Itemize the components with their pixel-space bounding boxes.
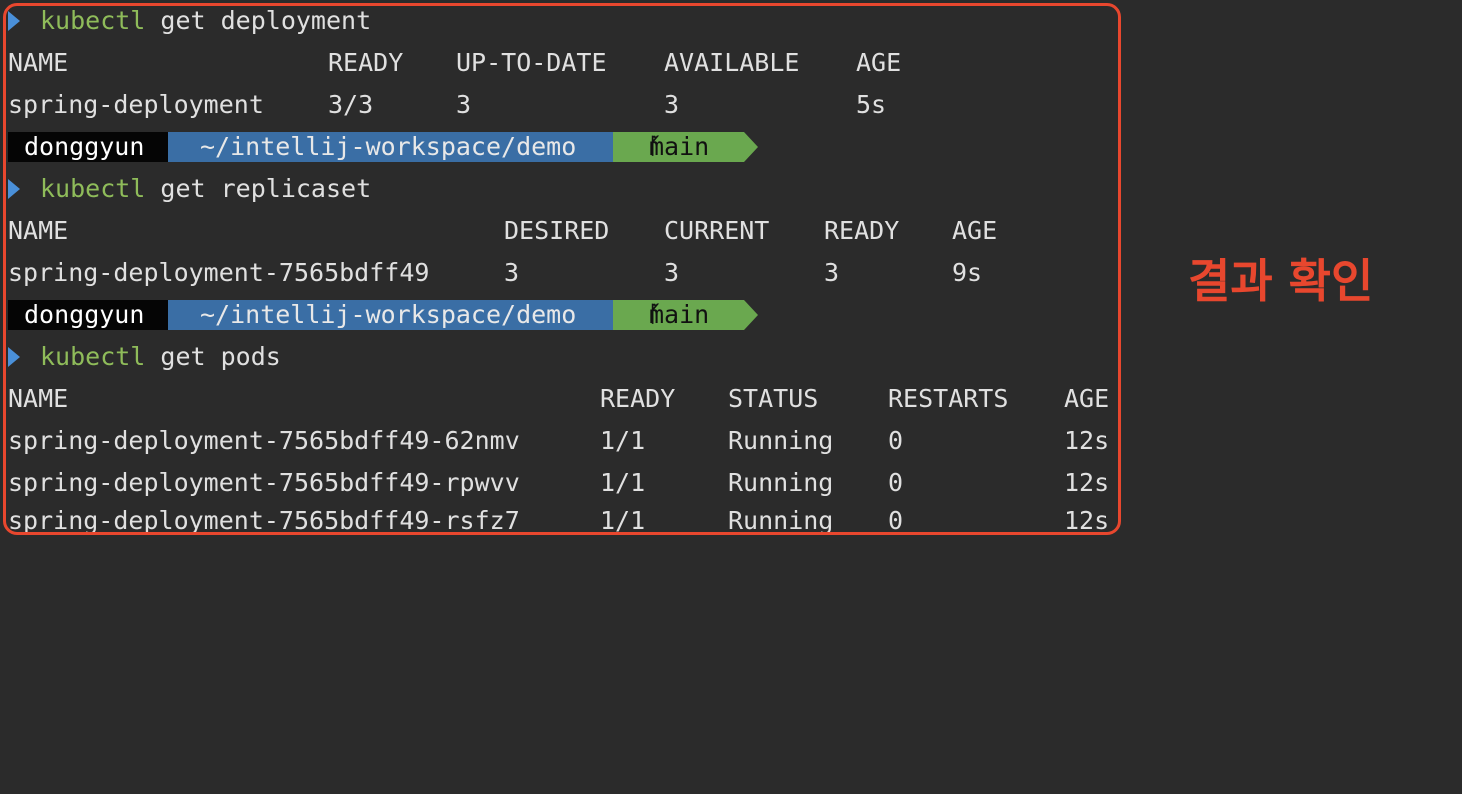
table-cell: spring-deployment-7565bdff49-62nmv bbox=[8, 426, 520, 455]
table-cell: spring-deployment bbox=[8, 90, 264, 119]
table-cell: 3 bbox=[504, 258, 520, 287]
prompt-path: ~/intellij-workspace/demo bbox=[168, 132, 613, 162]
git-branch-icon: ᚵ bbox=[648, 302, 662, 327]
table-row: spring-deployment-7565bdff49-62nmv 1/1 R… bbox=[0, 420, 1109, 462]
prompt-arrow-icon bbox=[8, 347, 20, 367]
table-cell: spring-deployment-7565bdff49-rsfz7 bbox=[8, 506, 520, 535]
command-line: kubectl get replicaset bbox=[0, 168, 371, 210]
column-header: NAME bbox=[8, 216, 69, 245]
table-cell: 3 bbox=[824, 258, 840, 287]
prompt-user: donggyun bbox=[8, 300, 168, 330]
table-cell: 9s bbox=[952, 258, 983, 287]
table-cell: Running bbox=[728, 468, 834, 497]
table-row: spring-deployment-7565bdff49 3 3 3 9s bbox=[0, 252, 982, 294]
command-line: kubectl get deployment bbox=[0, 0, 371, 42]
column-header: AGE bbox=[856, 48, 902, 77]
column-header: AGE bbox=[1064, 384, 1110, 413]
prompt-bar: donggyun ~/intellij-workspace/demo main … bbox=[0, 294, 758, 336]
prompt-arrow-icon bbox=[8, 11, 20, 31]
column-header: DESIRED bbox=[504, 216, 610, 245]
table-cell: 0 bbox=[888, 468, 904, 497]
table-cell: 3 bbox=[664, 258, 680, 287]
git-branch-icon: ᚵ bbox=[648, 134, 662, 159]
prompt-arrow-icon bbox=[8, 179, 20, 199]
table-cell: 12s bbox=[1064, 506, 1110, 535]
column-header: READY bbox=[600, 384, 676, 413]
column-header: NAME bbox=[8, 48, 69, 77]
table-cell: 1/1 bbox=[600, 506, 646, 535]
column-header: STATUS bbox=[728, 384, 819, 413]
table-cell: Running bbox=[728, 506, 834, 535]
table-cell: 1/1 bbox=[600, 468, 646, 497]
column-header: NAME bbox=[8, 384, 69, 413]
column-header: AGE bbox=[952, 216, 998, 245]
column-header: UP-TO-DATE bbox=[456, 48, 607, 77]
command-text: kubectl get deployment bbox=[40, 6, 372, 35]
table-header: NAME READY UP-TO-DATE AVAILABLE AGE bbox=[0, 42, 901, 84]
prompt-bar: donggyun ~/intellij-workspace/demo main … bbox=[0, 126, 758, 168]
table-cell: 3 bbox=[456, 90, 472, 119]
powerline-separator bbox=[744, 132, 758, 162]
column-header: AVAILABLE bbox=[664, 48, 800, 77]
column-header: RESTARTS bbox=[888, 384, 1009, 413]
table-cell: 12s bbox=[1064, 468, 1110, 497]
table-header: NAME READY STATUS RESTARTS AGE bbox=[0, 378, 1109, 420]
table-cell: spring-deployment-7565bdff49 bbox=[8, 258, 430, 287]
prompt-branch: main bbox=[613, 132, 744, 162]
table-cell: 3/3 bbox=[328, 90, 374, 119]
table-cell: 12s bbox=[1064, 426, 1110, 455]
prompt-user: donggyun bbox=[8, 132, 168, 162]
table-cell: 0 bbox=[888, 506, 904, 535]
table-cell: 5s bbox=[856, 90, 887, 119]
prompt-branch: main bbox=[613, 300, 744, 330]
table-row: spring-deployment 3/3 3 3 5s bbox=[0, 84, 886, 126]
command-text: kubectl get replicaset bbox=[40, 174, 372, 203]
column-header: READY bbox=[824, 216, 900, 245]
table-cell: 1/1 bbox=[600, 426, 646, 455]
command-text: kubectl get pods bbox=[40, 342, 281, 371]
table-row: spring-deployment-7565bdff49-rpwvv 1/1 R… bbox=[0, 462, 1109, 504]
table-cell: spring-deployment-7565bdff49-rpwvv bbox=[8, 468, 520, 497]
prompt-path: ~/intellij-workspace/demo bbox=[168, 300, 613, 330]
terminal-window[interactable]: kubectl get deployment NAME READY UP-TO-… bbox=[0, 0, 1462, 542]
command-line: kubectl get pods bbox=[0, 336, 281, 378]
table-header: NAME DESIRED CURRENT READY AGE bbox=[0, 210, 997, 252]
powerline-separator bbox=[744, 300, 758, 330]
table-row: spring-deployment-7565bdff49-rsfz7 1/1 R… bbox=[0, 500, 1109, 542]
annotation-label: 결과 확인 bbox=[1188, 254, 1374, 308]
table-cell: 0 bbox=[888, 426, 904, 455]
table-cell: 3 bbox=[664, 90, 680, 119]
table-cell: Running bbox=[728, 426, 834, 455]
column-header: READY bbox=[328, 48, 404, 77]
column-header: CURRENT bbox=[664, 216, 770, 245]
